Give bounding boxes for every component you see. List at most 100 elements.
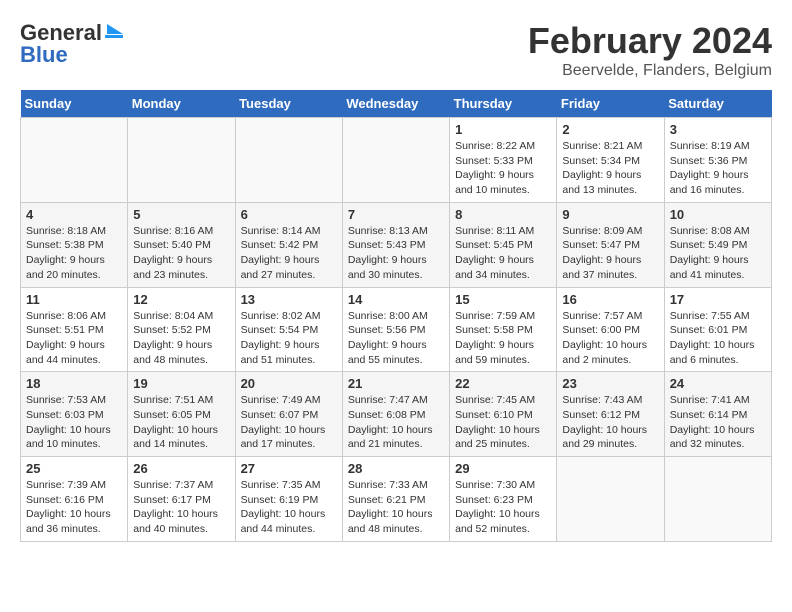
title-section: February 2024 Beervelde, Flanders, Belgi… — [528, 20, 772, 80]
calendar-cell: 20 Sunrise: 7:49 AM Sunset: 6:07 PM Dayli… — [235, 372, 342, 457]
calendar-cell: 15 Sunrise: 7:59 AM Sunset: 5:58 PM Dayli… — [450, 287, 557, 372]
day-info: Sunrise: 7:37 AM Sunset: 6:17 PM Dayligh… — [133, 478, 229, 537]
weekday-header-monday: Monday — [128, 90, 235, 118]
day-number: 23 — [562, 376, 658, 391]
page-header: General Blue February 2024 Beervelde, Fl… — [20, 20, 772, 80]
logo: General Blue — [20, 20, 123, 68]
calendar-cell: 11 Sunrise: 8:06 AM Sunset: 5:51 PM Dayli… — [21, 287, 128, 372]
day-number: 17 — [670, 292, 766, 307]
weekday-header-thursday: Thursday — [450, 90, 557, 118]
day-number: 16 — [562, 292, 658, 307]
weekday-header-tuesday: Tuesday — [235, 90, 342, 118]
day-number: 22 — [455, 376, 551, 391]
week-row-2: 4 Sunrise: 8:18 AM Sunset: 5:38 PM Daylig… — [21, 202, 772, 287]
calendar-cell — [235, 118, 342, 203]
week-row-3: 11 Sunrise: 8:06 AM Sunset: 5:51 PM Dayli… — [21, 287, 772, 372]
logo-text-blue: Blue — [20, 42, 68, 68]
day-info: Sunrise: 8:18 AM Sunset: 5:38 PM Dayligh… — [26, 224, 122, 283]
calendar-cell: 28Sunrise: 7:33 AM Sunset: 6:21 PM Dayli… — [342, 457, 449, 542]
day-number: 15 — [455, 292, 551, 307]
calendar-cell: 25 Sunrise: 7:39 AM Sunset: 6:16 PM Dayli… — [21, 457, 128, 542]
weekday-header-wednesday: Wednesday — [342, 90, 449, 118]
calendar-cell: 9Sunrise: 8:09 AM Sunset: 5:47 PM Daylig… — [557, 202, 664, 287]
day-number: 24 — [670, 376, 766, 391]
calendar-cell: 19Sunrise: 7:51 AM Sunset: 6:05 PM Dayli… — [128, 372, 235, 457]
weekday-header-saturday: Saturday — [664, 90, 771, 118]
calendar-cell: 29 Sunrise: 7:30 AM Sunset: 6:23 PM Dayli… — [450, 457, 557, 542]
day-info: Sunrise: 7:30 AM Sunset: 6:23 PM Dayligh… — [455, 478, 551, 537]
day-number: 6 — [241, 207, 337, 222]
day-number: 13 — [241, 292, 337, 307]
day-number: 2 — [562, 122, 658, 137]
day-info: Sunrise: 8:19 AM Sunset: 5:36 PM Dayligh… — [670, 139, 766, 198]
calendar-cell: 8Sunrise: 8:11 AM Sunset: 5:45 PM Daylig… — [450, 202, 557, 287]
day-number: 4 — [26, 207, 122, 222]
calendar-cell: 2 Sunrise: 8:21 AM Sunset: 5:34 PM Daylig… — [557, 118, 664, 203]
calendar-cell: 13Sunrise: 8:02 AM Sunset: 5:54 PM Dayli… — [235, 287, 342, 372]
day-number: 25 — [26, 461, 122, 476]
calendar-cell — [557, 457, 664, 542]
day-number: 7 — [348, 207, 444, 222]
week-row-5: 25 Sunrise: 7:39 AM Sunset: 6:16 PM Dayli… — [21, 457, 772, 542]
calendar-cell — [342, 118, 449, 203]
calendar-cell: 24 Sunrise: 7:41 AM Sunset: 6:14 PM Dayli… — [664, 372, 771, 457]
day-info: Sunrise: 7:47 AM Sunset: 6:08 PM Dayligh… — [348, 393, 444, 452]
main-title: February 2024 — [528, 20, 772, 62]
calendar-cell: 21 Sunrise: 7:47 AM Sunset: 6:08 PM Dayli… — [342, 372, 449, 457]
weekday-header-sunday: Sunday — [21, 90, 128, 118]
day-info: Sunrise: 7:49 AM Sunset: 6:07 PM Dayligh… — [241, 393, 337, 452]
day-number: 26 — [133, 461, 229, 476]
day-info: Sunrise: 8:22 AM Sunset: 5:33 PM Dayligh… — [455, 139, 551, 198]
day-info: Sunrise: 8:11 AM Sunset: 5:45 PM Dayligh… — [455, 224, 551, 283]
day-info: Sunrise: 7:35 AM Sunset: 6:19 PM Dayligh… — [241, 478, 337, 537]
calendar-cell — [128, 118, 235, 203]
day-info: Sunrise: 7:45 AM Sunset: 6:10 PM Dayligh… — [455, 393, 551, 452]
day-info: Sunrise: 7:41 AM Sunset: 6:14 PM Dayligh… — [670, 393, 766, 452]
calendar-cell: 3 Sunrise: 8:19 AM Sunset: 5:36 PM Daylig… — [664, 118, 771, 203]
day-info: Sunrise: 8:09 AM Sunset: 5:47 PM Dayligh… — [562, 224, 658, 283]
day-number: 20 — [241, 376, 337, 391]
subtitle: Beervelde, Flanders, Belgium — [528, 62, 772, 80]
day-info: Sunrise: 8:21 AM Sunset: 5:34 PM Dayligh… — [562, 139, 658, 198]
day-info: Sunrise: 7:57 AM Sunset: 6:00 PM Dayligh… — [562, 309, 658, 368]
calendar-cell: 4 Sunrise: 8:18 AM Sunset: 5:38 PM Daylig… — [21, 202, 128, 287]
calendar-cell — [664, 457, 771, 542]
day-number: 3 — [670, 122, 766, 137]
calendar-cell: 22 Sunrise: 7:45 AM Sunset: 6:10 PM Dayli… — [450, 372, 557, 457]
weekday-header-row: SundayMondayTuesdayWednesdayThursdayFrid… — [21, 90, 772, 118]
calendar-cell: 10Sunrise: 8:08 AM Sunset: 5:49 PM Dayli… — [664, 202, 771, 287]
day-number: 29 — [455, 461, 551, 476]
day-info: Sunrise: 8:16 AM Sunset: 5:40 PM Dayligh… — [133, 224, 229, 283]
calendar-cell: 1 Sunrise: 8:22 AM Sunset: 5:33 PM Daylig… — [450, 118, 557, 203]
calendar-table: SundayMondayTuesdayWednesdayThursdayFrid… — [20, 90, 772, 542]
calendar-cell — [21, 118, 128, 203]
day-info: Sunrise: 8:08 AM Sunset: 5:49 PM Dayligh… — [670, 224, 766, 283]
calendar-cell: 27 Sunrise: 7:35 AM Sunset: 6:19 PM Dayli… — [235, 457, 342, 542]
calendar-cell: 18 Sunrise: 7:53 AM Sunset: 6:03 PM Dayli… — [21, 372, 128, 457]
day-info: Sunrise: 8:04 AM Sunset: 5:52 PM Dayligh… — [133, 309, 229, 368]
day-number: 27 — [241, 461, 337, 476]
day-number: 1 — [455, 122, 551, 137]
day-info: Sunrise: 7:53 AM Sunset: 6:03 PM Dayligh… — [26, 393, 122, 452]
day-info: Sunrise: 8:06 AM Sunset: 5:51 PM Dayligh… — [26, 309, 122, 368]
day-number: 19 — [133, 376, 229, 391]
day-number: 18 — [26, 376, 122, 391]
calendar-cell: 23 Sunrise: 7:43 AM Sunset: 6:12 PM Dayli… — [557, 372, 664, 457]
day-info: Sunrise: 7:43 AM Sunset: 6:12 PM Dayligh… — [562, 393, 658, 452]
day-number: 5 — [133, 207, 229, 222]
day-number: 21 — [348, 376, 444, 391]
calendar-cell: 12Sunrise: 8:04 AM Sunset: 5:52 PM Dayli… — [128, 287, 235, 372]
day-info: Sunrise: 7:39 AM Sunset: 6:16 PM Dayligh… — [26, 478, 122, 537]
week-row-4: 18 Sunrise: 7:53 AM Sunset: 6:03 PM Dayli… — [21, 372, 772, 457]
calendar-cell: 7 Sunrise: 8:13 AM Sunset: 5:43 PM Daylig… — [342, 202, 449, 287]
day-info: Sunrise: 8:00 AM Sunset: 5:56 PM Dayligh… — [348, 309, 444, 368]
calendar-cell: 17 Sunrise: 7:55 AM Sunset: 6:01 PM Dayli… — [664, 287, 771, 372]
calendar-cell: 14Sunrise: 8:00 AM Sunset: 5:56 PM Dayli… — [342, 287, 449, 372]
day-info: Sunrise: 7:59 AM Sunset: 5:58 PM Dayligh… — [455, 309, 551, 368]
calendar-cell: 26 Sunrise: 7:37 AM Sunset: 6:17 PM Dayli… — [128, 457, 235, 542]
day-number: 28 — [348, 461, 444, 476]
day-info: Sunrise: 8:13 AM Sunset: 5:43 PM Dayligh… — [348, 224, 444, 283]
day-info: Sunrise: 7:55 AM Sunset: 6:01 PM Dayligh… — [670, 309, 766, 368]
day-info: Sunrise: 8:14 AM Sunset: 5:42 PM Dayligh… — [241, 224, 337, 283]
day-number: 11 — [26, 292, 122, 307]
